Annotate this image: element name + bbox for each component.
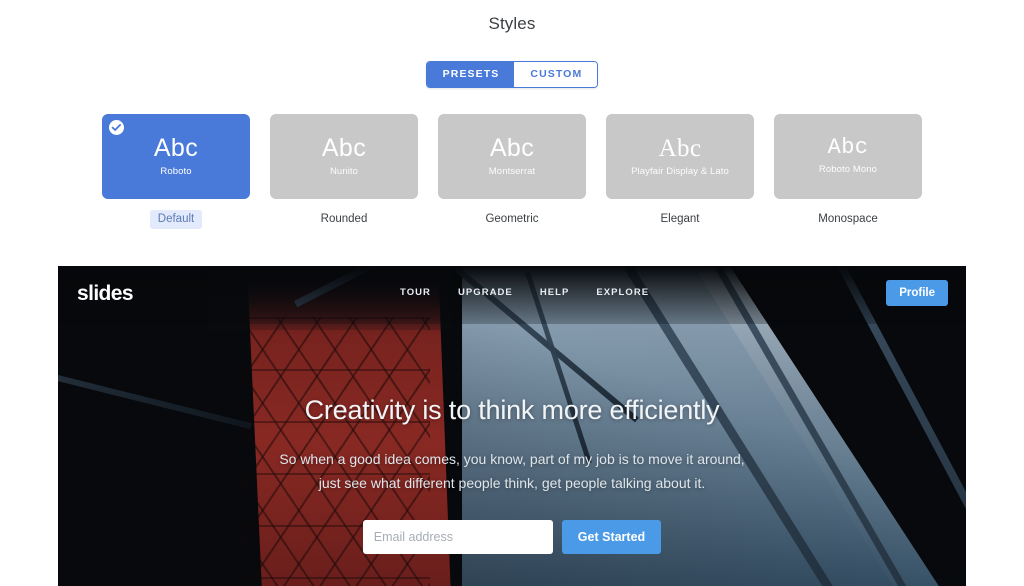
style-font-name: Montserrat [488,165,536,177]
style-sample-text: Abc [827,135,869,160]
style-card[interactable]: Abc Roboto Mono [774,113,922,199]
style-label: Rounded [320,212,368,225]
profile-button[interactable]: Profile [886,279,948,307]
nav-link-tour[interactable]: TOUR [400,288,431,298]
style-label: Monospace [818,212,878,225]
style-preset-elegant: Abc Playfair Display & Lato Elegant [606,113,754,230]
tab-custom[interactable]: CUSTOM [514,62,598,87]
get-started-button[interactable]: Get Started [561,520,662,555]
page-title: Styles [488,14,536,33]
email-input[interactable] [362,520,553,555]
style-label: Default [149,209,203,229]
style-font-name: Nunito [329,165,359,177]
style-preset-monospace: Abc Roboto Mono Monospace [774,113,922,230]
nav-link-upgrade[interactable]: UPGRADE [458,288,513,298]
nav-link-help[interactable]: HELP [540,288,570,298]
hero-headline: Creativity is to think more efficiently [304,395,720,425]
style-preset-geometric: Abc Montserrat Geometric [438,113,586,230]
style-sample-text: Abc [153,133,199,162]
hero-section: Creativity is to think more efficiently … [58,394,966,555]
preview-nav-links: TOUR UPGRADE HELP EXPLORE [370,288,649,298]
slide-preview: slides TOUR UPGRADE HELP EXPLORE Profile… [58,266,966,586]
style-sample-text: Abc [658,134,702,162]
nav-link-explore[interactable]: EXPLORE [596,288,649,298]
style-label: Elegant [660,212,700,225]
style-preset-rounded: Abc Nunito Rounded [270,113,418,230]
style-card[interactable]: Abc Montserrat [438,113,586,199]
check-icon [109,119,124,135]
brand-logo[interactable]: slides [77,283,134,304]
style-sample-text: Abc [321,133,367,162]
style-sample-text: Abc [489,133,535,162]
style-preset-default: Abc Roboto Default [102,113,250,229]
tab-bar: PRESETS CUSTOM [0,61,1024,88]
style-font-name: Roboto [160,165,192,177]
signup-form: Get Started [98,520,926,555]
hero-subtitle-line-2: just see what different people think, ge… [318,475,706,492]
segmented-control: PRESETS CUSTOM [425,61,599,88]
preview-navbar: slides TOUR UPGRADE HELP EXPLORE Profile [58,266,966,320]
style-card[interactable]: Abc Roboto [102,113,250,199]
style-font-name: Roboto Mono [818,164,878,175]
style-preset-list: Abc Roboto Default Abc Nunito Rounded Ab… [0,113,1024,230]
style-label: Geometric [485,212,539,225]
tab-presets[interactable]: PRESETS [426,62,515,87]
hero-subtitle-line-1: So when a good idea comes, you know, par… [279,451,745,468]
style-card[interactable]: Abc Playfair Display & Lato [606,113,754,199]
style-font-name: Playfair Display & Lato [631,165,729,177]
style-card[interactable]: Abc Nunito [270,113,418,199]
hero-subtitle: So when a good idea comes, you know, par… [98,447,926,495]
